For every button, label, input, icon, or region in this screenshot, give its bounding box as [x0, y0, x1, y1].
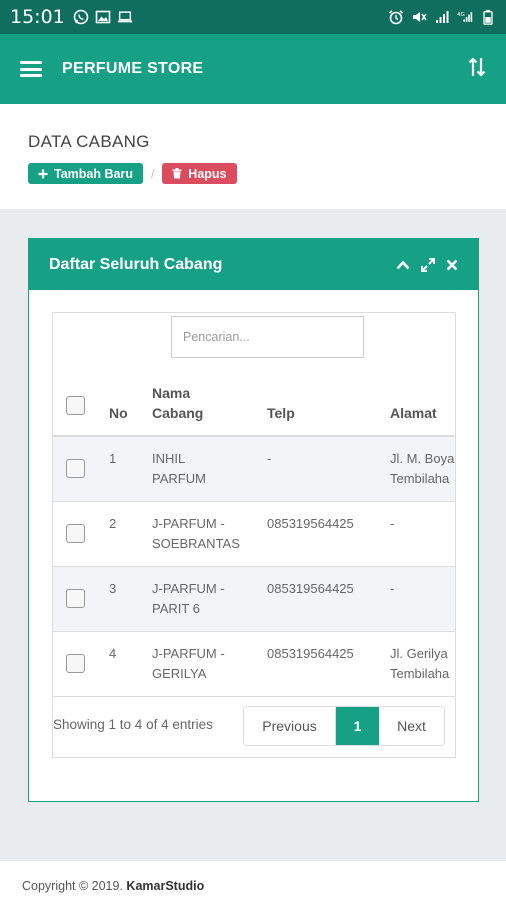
- row-checkbox[interactable]: [66, 459, 85, 478]
- row-name: INHIL PARFUM: [152, 451, 206, 486]
- page-header: DATA CABANG Tambah Baru / Hapus: [0, 104, 506, 209]
- status-bar: 15:01 4G: [0, 0, 506, 34]
- add-new-button[interactable]: Tambah Baru: [28, 163, 143, 184]
- svg-text:4G: 4G: [457, 12, 465, 18]
- row-name: J-PARFUM - GERILYA: [152, 646, 225, 681]
- add-new-label: Tambah Baru: [54, 166, 133, 181]
- row-telp: 085319564425: [267, 646, 354, 661]
- hamburger-icon[interactable]: [20, 61, 42, 77]
- page-title: DATA CABANG: [28, 132, 150, 151]
- next-page-button[interactable]: Next: [379, 707, 444, 745]
- table-header: No Nama Cabang Telp Alamat: [53, 373, 455, 437]
- sort-arrows-icon[interactable]: [468, 56, 486, 83]
- chevron-up-icon[interactable]: [396, 260, 410, 270]
- row-name: J-PARFUM - SOEBRANTAS: [152, 516, 240, 551]
- footer-brand: KamarStudio: [126, 879, 205, 893]
- signal-icon: [436, 11, 449, 23]
- copyright-text: Copyright © 2019.: [22, 879, 123, 893]
- action-separator: /: [150, 166, 155, 181]
- current-page-button[interactable]: 1: [336, 707, 379, 745]
- table-row[interactable]: 1 INHIL PARFUM - Jl. M. Boya Tembilaha: [53, 437, 455, 502]
- expand-icon[interactable]: [421, 257, 435, 272]
- row-telp: -: [267, 451, 272, 466]
- page-actions: Tambah Baru / Hapus: [28, 163, 478, 184]
- row-checkbox[interactable]: [66, 589, 85, 608]
- table-footer: Showing 1 to 4 of 4 entries Previous 1 N…: [53, 706, 455, 746]
- row-checkbox[interactable]: [66, 654, 85, 673]
- image-icon: [95, 10, 111, 24]
- site-footer: Copyright © 2019. KamarStudio: [0, 861, 506, 900]
- row-no: 1: [109, 451, 117, 466]
- row-alamat-line2: Tembilaha: [390, 666, 450, 681]
- table-row[interactable]: 4 J-PARFUM - GERILYA 085319564425 Jl. Ge…: [53, 632, 455, 697]
- close-icon[interactable]: [446, 259, 458, 271]
- status-time: 15:01: [10, 6, 65, 28]
- row-alamat-line2: Tembilaha: [390, 471, 450, 486]
- column-header-name[interactable]: Nama Cabang: [152, 383, 222, 423]
- panel-title: Daftar Seluruh Cabang: [49, 255, 223, 273]
- mute-icon: [413, 12, 427, 22]
- battery-icon: [483, 9, 493, 25]
- app-bar: PERFUME STORE: [0, 34, 506, 104]
- row-alamat: -: [390, 581, 395, 596]
- select-all-checkbox[interactable]: [66, 396, 85, 415]
- branch-table: No Nama Cabang Telp Alamat 1 INHIL PARFU…: [52, 312, 456, 758]
- entries-info: Showing 1 to 4 of 4 entries: [53, 717, 213, 732]
- trash-icon: [172, 168, 182, 179]
- column-header-telp[interactable]: Telp: [267, 403, 295, 423]
- row-name: J-PARFUM - PARIT 6: [152, 581, 225, 616]
- app-title: PERFUME STORE: [62, 60, 204, 77]
- row-no: 3: [109, 581, 117, 596]
- plus-icon: [38, 169, 48, 178]
- row-alamat: Jl. M. Boya: [390, 451, 455, 466]
- alarm-icon: [388, 10, 404, 25]
- 4g-signal-icon: 4G: [457, 12, 473, 22]
- search-input[interactable]: [171, 316, 364, 358]
- whatsapp-icon: [73, 9, 89, 25]
- row-no: 4: [109, 646, 117, 661]
- column-header-no[interactable]: No: [109, 403, 128, 423]
- laptop-icon: [117, 11, 132, 23]
- delete-button[interactable]: Hapus: [162, 163, 237, 184]
- row-no: 2: [109, 516, 117, 531]
- column-header-alamat[interactable]: Alamat: [390, 403, 437, 423]
- panel-header: Daftar Seluruh Cabang: [29, 239, 478, 290]
- delete-label: Hapus: [188, 166, 227, 181]
- row-alamat: Jl. Gerilya: [390, 646, 448, 661]
- branch-list-panel: Daftar Seluruh Cabang No Nama Cabang Tel…: [28, 238, 479, 802]
- row-alamat: -: [390, 516, 395, 531]
- table-row[interactable]: 3 J-PARFUM - PARIT 6 085319564425 -: [53, 567, 455, 632]
- table-row[interactable]: 2 J-PARFUM - SOEBRANTAS 085319564425 -: [53, 502, 455, 567]
- pagination: Previous 1 Next: [243, 706, 445, 746]
- row-telp: 085319564425: [267, 516, 354, 531]
- row-telp: 085319564425: [267, 581, 354, 596]
- previous-page-button[interactable]: Previous: [244, 707, 336, 745]
- row-checkbox[interactable]: [66, 524, 85, 543]
